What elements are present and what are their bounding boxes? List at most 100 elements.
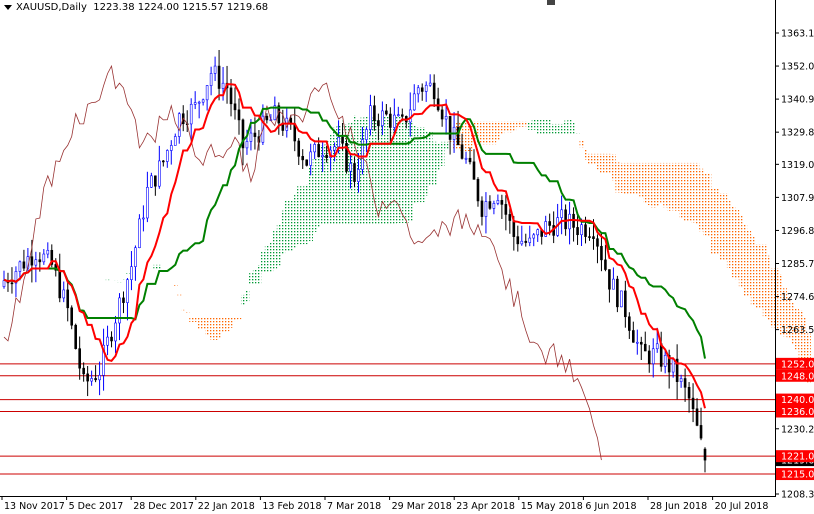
- cloud-segment: [746, 229, 752, 297]
- candle-body: [22, 261, 26, 269]
- cloud-segment: [244, 289, 250, 302]
- x-tick-label: 13 Feb 2018: [262, 501, 321, 512]
- candle-body: [42, 253, 46, 263]
- cloud-segment: [758, 244, 764, 309]
- cloud-segment: [252, 269, 258, 285]
- cloud-segment: [268, 242, 274, 272]
- candle-body: [412, 93, 416, 111]
- cloud-segment: [225, 317, 230, 332]
- cloud-segment: [579, 140, 584, 148]
- cloud-segment: [695, 162, 700, 224]
- candle-body: [86, 373, 89, 382]
- cloud-segment: [444, 141, 449, 150]
- candle-body: [169, 145, 173, 151]
- cloud-segment: [483, 121, 489, 145]
- candle-body: [524, 240, 528, 243]
- y-tick-label: 1230.20: [781, 424, 814, 435]
- level-label: 1215.00: [781, 470, 814, 481]
- cloud-segment: [201, 317, 206, 330]
- cloud-segment: [117, 281, 122, 283]
- candle-body: [237, 109, 241, 121]
- cloud-segment: [583, 149, 588, 160]
- candle-body: [663, 354, 667, 367]
- candle-body: [512, 220, 516, 237]
- candle-body: [400, 114, 404, 117]
- cloud-segment: [436, 143, 441, 171]
- cloud-segment: [607, 153, 612, 174]
- candle-body: [488, 201, 492, 209]
- cloud-segment: [177, 294, 182, 296]
- candle-body: [604, 259, 607, 270]
- candle-body: [476, 179, 480, 202]
- cloud-segment: [623, 162, 628, 194]
- cloud-segment: [173, 284, 178, 286]
- y-tick-label: 1352.00: [781, 62, 814, 73]
- candle-body: [448, 116, 452, 140]
- cloud-segment: [396, 115, 401, 224]
- cloud-segment: [125, 273, 130, 274]
- candle-body: [90, 378, 93, 382]
- cloud-segment: [400, 119, 405, 224]
- candle-body: [468, 157, 472, 163]
- candle-body: [472, 161, 476, 180]
- candle-body: [106, 336, 109, 346]
- cloud-segment: [703, 172, 708, 236]
- candle-body: [321, 155, 324, 158]
- cloud-segment: [209, 317, 214, 340]
- cloud-segment: [105, 279, 110, 281]
- cloud-segment: [683, 162, 688, 222]
- candle-body: [173, 136, 177, 146]
- candle-body: [620, 290, 623, 308]
- cloud-segment: [213, 317, 218, 340]
- cloud-segment: [153, 264, 158, 269]
- cloud-segment: [237, 317, 242, 320]
- candle-body: [389, 113, 392, 128]
- chart-shift-marker[interactable]: [547, 0, 555, 5]
- cloud-segment: [667, 162, 672, 211]
- y-tick-label: 1296.80: [781, 226, 814, 237]
- candle-body: [337, 136, 340, 147]
- cloud-segment: [726, 200, 732, 269]
- cloud-segment: [527, 123, 533, 130]
- candle-body: [568, 213, 571, 230]
- candle-body: [146, 187, 149, 219]
- cloud-segment: [707, 172, 712, 237]
- candle-body: [528, 237, 532, 243]
- candle-body: [695, 408, 699, 426]
- price-chart[interactable]: 1363.10 1352.00 1340.90 1329.80 1319.00 1307.…: [0, 0, 814, 514]
- cloud-segment: [547, 118, 552, 134]
- cloud-segment: [770, 268, 776, 328]
- candle-body: [592, 236, 595, 239]
- cloud-segment: [276, 223, 282, 266]
- cloud-segment: [563, 120, 568, 134]
- cloud-segment: [663, 162, 668, 208]
- cloud-segment: [722, 193, 728, 261]
- cloud-segment: [240, 294, 246, 306]
- cloud-segment: [113, 280, 118, 281]
- cloud-segment: [217, 317, 222, 338]
- symbol-label: XAUUSD,Daily: [16, 2, 87, 13]
- candle-body: [496, 200, 500, 204]
- cloud-segment: [248, 273, 254, 285]
- cloud-segment: [284, 200, 290, 252]
- cloud-segment: [615, 162, 620, 193]
- y-tick-label: 1340.90: [781, 95, 814, 106]
- cloud-segment: [404, 121, 409, 224]
- cloud-segment: [595, 153, 600, 170]
- cloud-segment: [659, 162, 664, 204]
- candle-body: [66, 289, 70, 309]
- cloud-segment: [619, 162, 624, 193]
- candle-body: [309, 151, 312, 166]
- cloud-segment: [750, 235, 756, 305]
- candle-body: [245, 141, 249, 149]
- cloud-segment: [691, 162, 696, 223]
- cloud-segment: [687, 162, 692, 222]
- candle-body: [349, 163, 352, 172]
- dropdown-triangle-icon[interactable]: [4, 4, 12, 10]
- cloud-segment: [304, 184, 309, 245]
- candle-body: [341, 136, 344, 144]
- candle-body: [110, 336, 113, 342]
- candle-body: [2, 280, 6, 287]
- candle-body: [30, 256, 34, 266]
- cloud-segment: [507, 121, 513, 133]
